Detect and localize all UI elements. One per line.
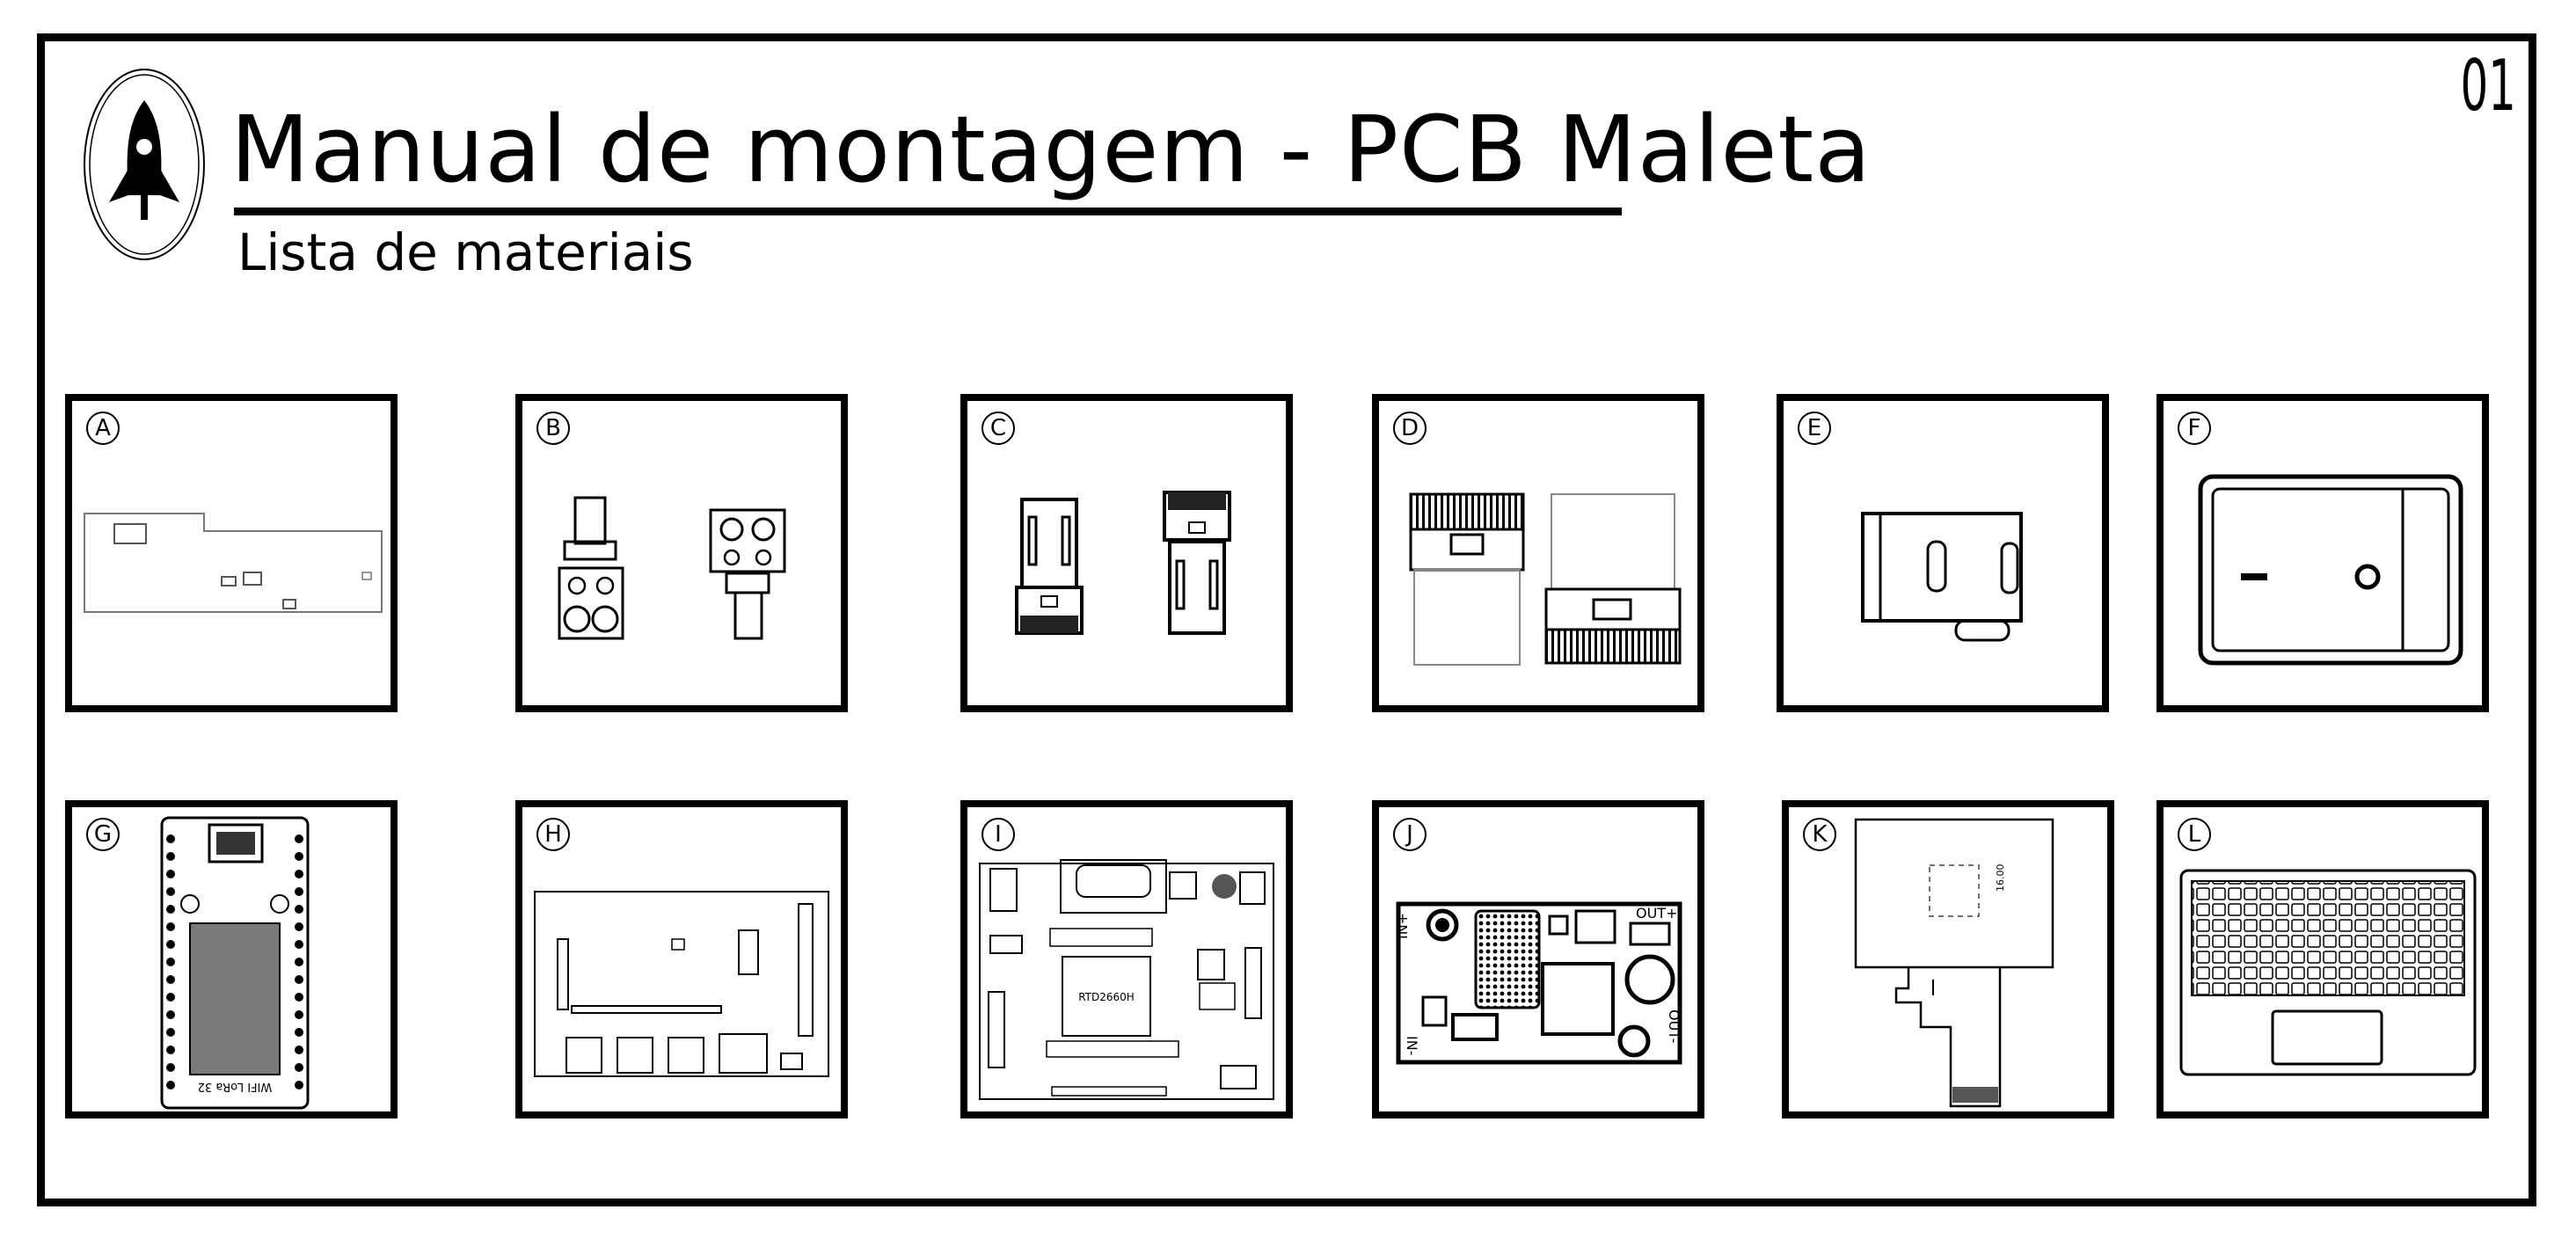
component-card-l: L [2156, 800, 2489, 1118]
dc-dc-converter-icon: IN+ IN- OUT+ OUT- [1394, 901, 1682, 1065]
ribbon-connector-icon [1409, 492, 1682, 666]
component-card-h: H [515, 800, 848, 1118]
page-title: Manual de montagem - PCB Maleta [230, 96, 1872, 203]
pin-header-right [295, 834, 303, 1089]
module-label: WIFI LoRa 32 [198, 1080, 273, 1093]
component-card-j: J IN+ IN- OUT+ OUT- [1372, 800, 1704, 1118]
component-card-d: D [1372, 394, 1704, 712]
lcd-display-panel-icon: 16.00 [1854, 818, 2054, 1108]
component-card-c: C [960, 394, 1293, 712]
screw-terminal-connector-icon [558, 496, 786, 640]
component-card-i: I RTD2660H [960, 800, 1293, 1118]
laptop-keyboard-icon [2179, 869, 2477, 1076]
page-number: 01 [2460, 45, 2516, 127]
component-card-f: F [2156, 394, 2489, 712]
wifi-lora-32-module-icon: WIFI LoRa 32 [160, 816, 310, 1110]
component-card-e: E [1777, 394, 2109, 712]
rocket-logo-icon [84, 69, 205, 260]
component-card-k: K 16.00 [1782, 800, 2114, 1118]
component-card-g: G WIFI LoRa 32 [65, 800, 398, 1118]
out-minus-label: OUT- [1666, 1009, 1682, 1043]
lcd-driver-board-icon: RTD2660H [979, 859, 1274, 1100]
dimension-label: 16.00 [1995, 864, 2006, 893]
in-minus-label: IN- [1404, 1036, 1420, 1055]
in-plus-label: IN+ [1394, 913, 1411, 939]
out-plus-label: OUT+ [1636, 905, 1677, 922]
title-underline [234, 208, 1622, 215]
battery-holder-clip-icon [1861, 512, 2023, 642]
component-card-a: A [65, 394, 398, 712]
single-board-computer-icon [534, 891, 829, 1077]
pcb-board-outline-icon [84, 513, 383, 613]
component-card-b: B [515, 394, 848, 712]
rocker-switch-icon [2198, 474, 2463, 666]
pin-header-left [166, 834, 175, 1089]
page-subtitle: Lista de materiais [237, 222, 694, 282]
chip-label: RTD2660H [1078, 991, 1135, 1003]
xt-connector-pair-icon [1015, 491, 1231, 635]
